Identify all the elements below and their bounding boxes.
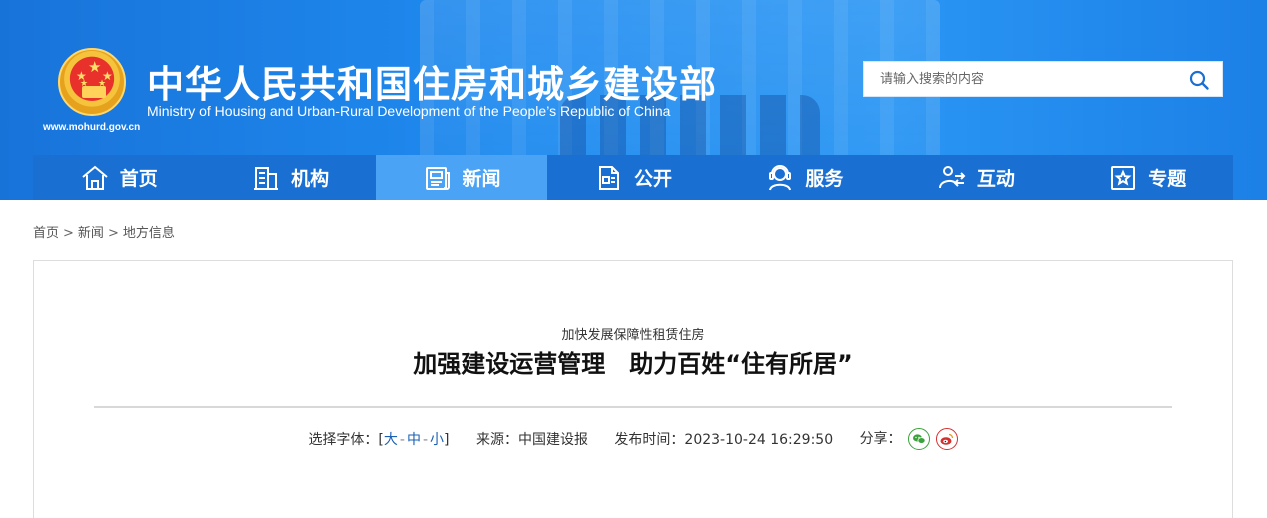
nav-item-label: 互动: [976, 168, 1015, 190]
site-subtitle: Ministry of Housing and Urban-Rural Deve…: [147, 103, 671, 119]
breadcrumb-home[interactable]: 首页: [33, 226, 59, 241]
search-box: [863, 61, 1223, 97]
site-header: ★ ★ ★ ★ ★ www.mohurd.gov.cn 中华人民共和国住房和城乡…: [0, 0, 1267, 200]
nav-item-service[interactable]: 服务: [719, 155, 890, 200]
breadcrumb-local-info[interactable]: 地方信息: [123, 226, 175, 241]
weibo-share-icon[interactable]: [935, 428, 958, 450]
share-bar: 分享：: [860, 428, 958, 450]
home-icon: [82, 165, 108, 190]
article-title: 加强建设运营管理 助力百姓“住有所居”: [413, 350, 853, 378]
publish-value: 2023-10-24 16:29:50: [684, 432, 834, 448]
font-size-medium[interactable]: 中: [407, 432, 421, 448]
nav-item-interaction[interactable]: 互动: [890, 155, 1061, 200]
interaction-icon: [938, 165, 966, 188]
article-source: 来源：中国建设报: [476, 429, 588, 449]
site-title[interactable]: 中华人民共和国住房和城乡建设部: [147, 54, 717, 108]
service-icon: [769, 164, 792, 190]
nav-item-label: 服务: [805, 168, 844, 190]
font-size-small[interactable]: 小: [430, 432, 444, 448]
font-size-close: ]: [444, 432, 450, 448]
star-topic-icon: [1111, 165, 1136, 190]
document-icon: [598, 165, 619, 190]
main-nav: 首页 机构 新闻 公开 服务 互动 专题: [33, 155, 1233, 200]
nav-item-label: 机构: [291, 168, 330, 190]
search-icon[interactable]: [1188, 69, 1210, 91]
building-icon: [254, 166, 279, 190]
font-size-selector: 选择字体：[大 - 中 - 小]: [308, 432, 450, 448]
breadcrumb-news[interactable]: 新闻: [78, 226, 104, 241]
nav-item-label: 公开: [633, 168, 672, 190]
nav-item-label: 首页: [119, 168, 158, 190]
font-size-large[interactable]: 大: [384, 432, 398, 448]
national-emblem-logo[interactable]: ★ ★ ★ ★ ★: [58, 48, 126, 116]
nav-item-news[interactable]: 新闻: [375, 155, 548, 200]
article-card: 加快发展保障性租赁住房 加强建设运营管理 助力百姓“住有所居” 选择字体：[大 -…: [33, 260, 1233, 518]
share-label: 分享：: [859, 431, 902, 447]
nav-item-organization[interactable]: 机构: [204, 155, 375, 200]
wechat-share-icon[interactable]: [907, 428, 930, 450]
breadcrumb-separator: >: [63, 226, 74, 241]
article-kicker: 加快发展保障性租赁住房: [561, 328, 705, 343]
publish-time: 发布时间：2023-10-24 16:29:50: [614, 429, 833, 449]
publish-label: 发布时间：: [614, 432, 685, 448]
source-value: 中国建设报: [517, 432, 588, 448]
news-icon: [425, 166, 450, 190]
search-input[interactable]: [864, 62, 1174, 96]
nav-item-home[interactable]: 首页: [33, 155, 204, 200]
breadcrumb: 首页 > 新闻 > 地方信息: [33, 222, 175, 241]
site-url: www.mohurd.gov.cn: [43, 122, 141, 133]
article-meta: 选择字体：[大 - 中 - 小] 来源：中国建设报 发布时间：2023-10-24 16…: [34, 428, 1232, 450]
title-divider: [94, 406, 1172, 408]
nav-item-public[interactable]: 公开: [547, 155, 718, 200]
nav-item-topics[interactable]: 专题: [1062, 155, 1233, 200]
breadcrumb-separator: >: [107, 226, 119, 241]
nav-item-label: 专题: [1148, 168, 1187, 190]
nav-item-label: 新闻: [462, 168, 501, 190]
font-size-label: 选择字体：[: [308, 432, 384, 448]
source-label: 来源：: [475, 432, 518, 448]
